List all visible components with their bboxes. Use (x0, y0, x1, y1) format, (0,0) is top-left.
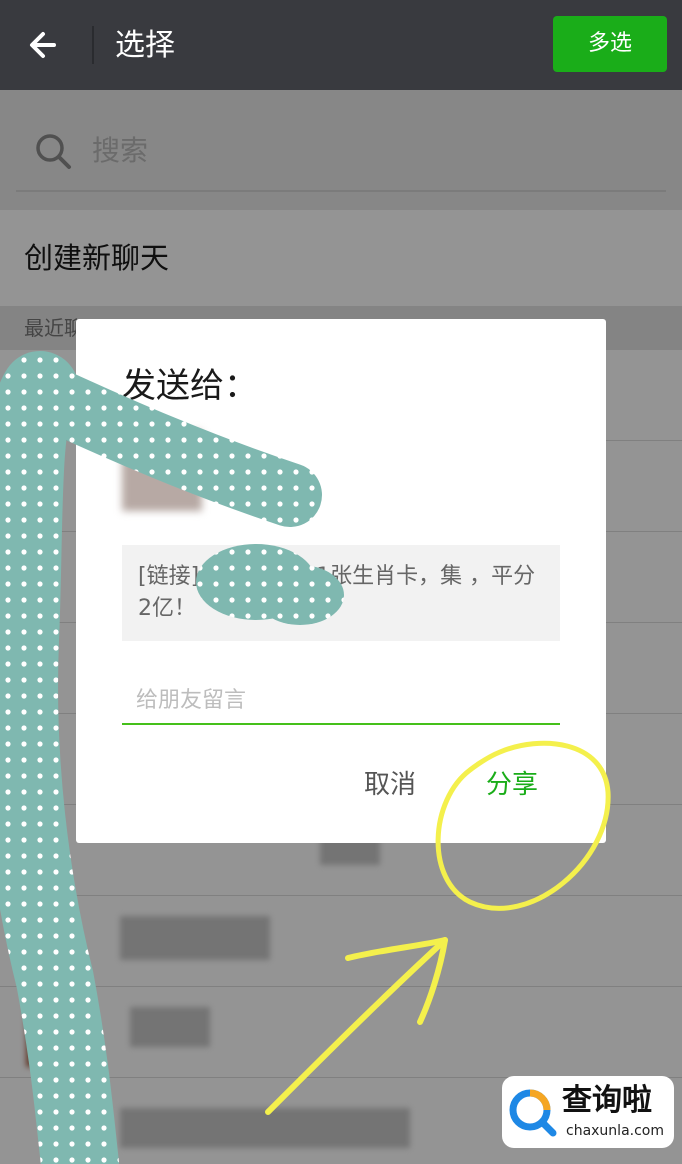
dialog-title: 发送给： (122, 366, 258, 406)
message-input[interactable] (122, 677, 560, 725)
recipient-avatar (122, 431, 202, 511)
watermark-url: chaxunla.com (566, 1123, 664, 1139)
magnifier-logo-icon (509, 1089, 557, 1137)
send-to-dialog: 发送给： [链接] 不相知送你1张生肖卡，集 ，平分2亿！ 取消 分享 (76, 319, 606, 843)
multi-select-button[interactable]: 多选 (553, 16, 667, 72)
top-bar: 选择 多选 (0, 0, 682, 90)
link-preview: [链接] 不相知送你1张生肖卡，集 ，平分2亿！ (122, 545, 560, 641)
share-button[interactable]: 分享 (486, 765, 538, 805)
back-button[interactable] (24, 22, 70, 68)
watermark-name: 查询啦 (562, 1083, 652, 1118)
page-title: 选择 (115, 28, 175, 63)
arrow-left-icon (30, 32, 56, 58)
site-watermark: 查询啦 chaxunla.com (502, 1076, 674, 1148)
cancel-button[interactable]: 取消 (364, 765, 416, 805)
header-divider (92, 26, 94, 64)
